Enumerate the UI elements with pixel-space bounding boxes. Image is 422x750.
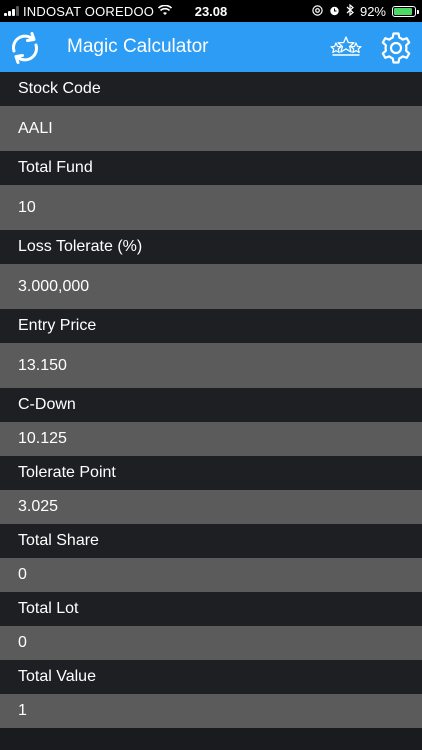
settings-button[interactable] — [377, 29, 415, 67]
refresh-icon — [12, 32, 38, 64]
c-down-value: 10.125 — [0, 422, 422, 456]
alarm-icon — [329, 5, 340, 18]
wifi-icon — [158, 4, 173, 18]
total-value-value: 1 — [0, 694, 422, 728]
refresh-button[interactable] — [6, 29, 44, 67]
status-bar-left: INDOSAT OOREDOO — [4, 0, 173, 22]
total-value-label: Total Value — [0, 660, 422, 694]
total-fund-input[interactable]: 10 — [0, 185, 422, 230]
entry-price-input[interactable]: 13.150 — [0, 343, 422, 388]
stock-code-input[interactable]: AALI — [0, 106, 422, 151]
battery-icon — [392, 5, 419, 17]
clock: 23.08 — [194, 3, 228, 19]
tolerate-point-label: Tolerate Point — [0, 456, 422, 490]
stock-code-label: Stock Code — [0, 72, 422, 106]
loss-tolerate-input[interactable]: 3.000,000 — [0, 264, 422, 309]
status-bar: INDOSAT OOREDOO 23.08 92% — [0, 0, 422, 22]
total-lot-value: 0 — [0, 626, 422, 660]
at-icon — [312, 4, 323, 18]
total-share-value: 0 — [0, 558, 422, 592]
status-bar-right: 92% — [312, 0, 419, 22]
rate-stars-icon — [330, 36, 362, 56]
rate-button[interactable] — [329, 32, 363, 62]
bluetooth-icon — [346, 3, 354, 18]
tolerate-point-value: 3.025 — [0, 490, 422, 524]
battery-percent: 92% — [359, 3, 386, 19]
app-header: Magic Calculator — [0, 22, 422, 72]
total-share-label: Total Share — [0, 524, 422, 558]
carrier-name: INDOSAT OOREDOO — [23, 3, 155, 19]
battery-fill — [394, 7, 413, 15]
signal-icon — [4, 6, 19, 16]
c-down-label: C-Down — [0, 388, 422, 422]
total-lot-label: Total Lot — [0, 592, 422, 626]
entry-price-label: Entry Price — [0, 309, 422, 343]
page-title: Magic Calculator — [67, 36, 209, 57]
loss-tolerate-label: Loss Tolerate (%) — [0, 230, 422, 264]
calculator-form: Stock Code AALI Total Fund 10 Loss Toler… — [0, 72, 422, 728]
gear-icon — [381, 32, 411, 64]
total-fund-label: Total Fund — [0, 151, 422, 185]
